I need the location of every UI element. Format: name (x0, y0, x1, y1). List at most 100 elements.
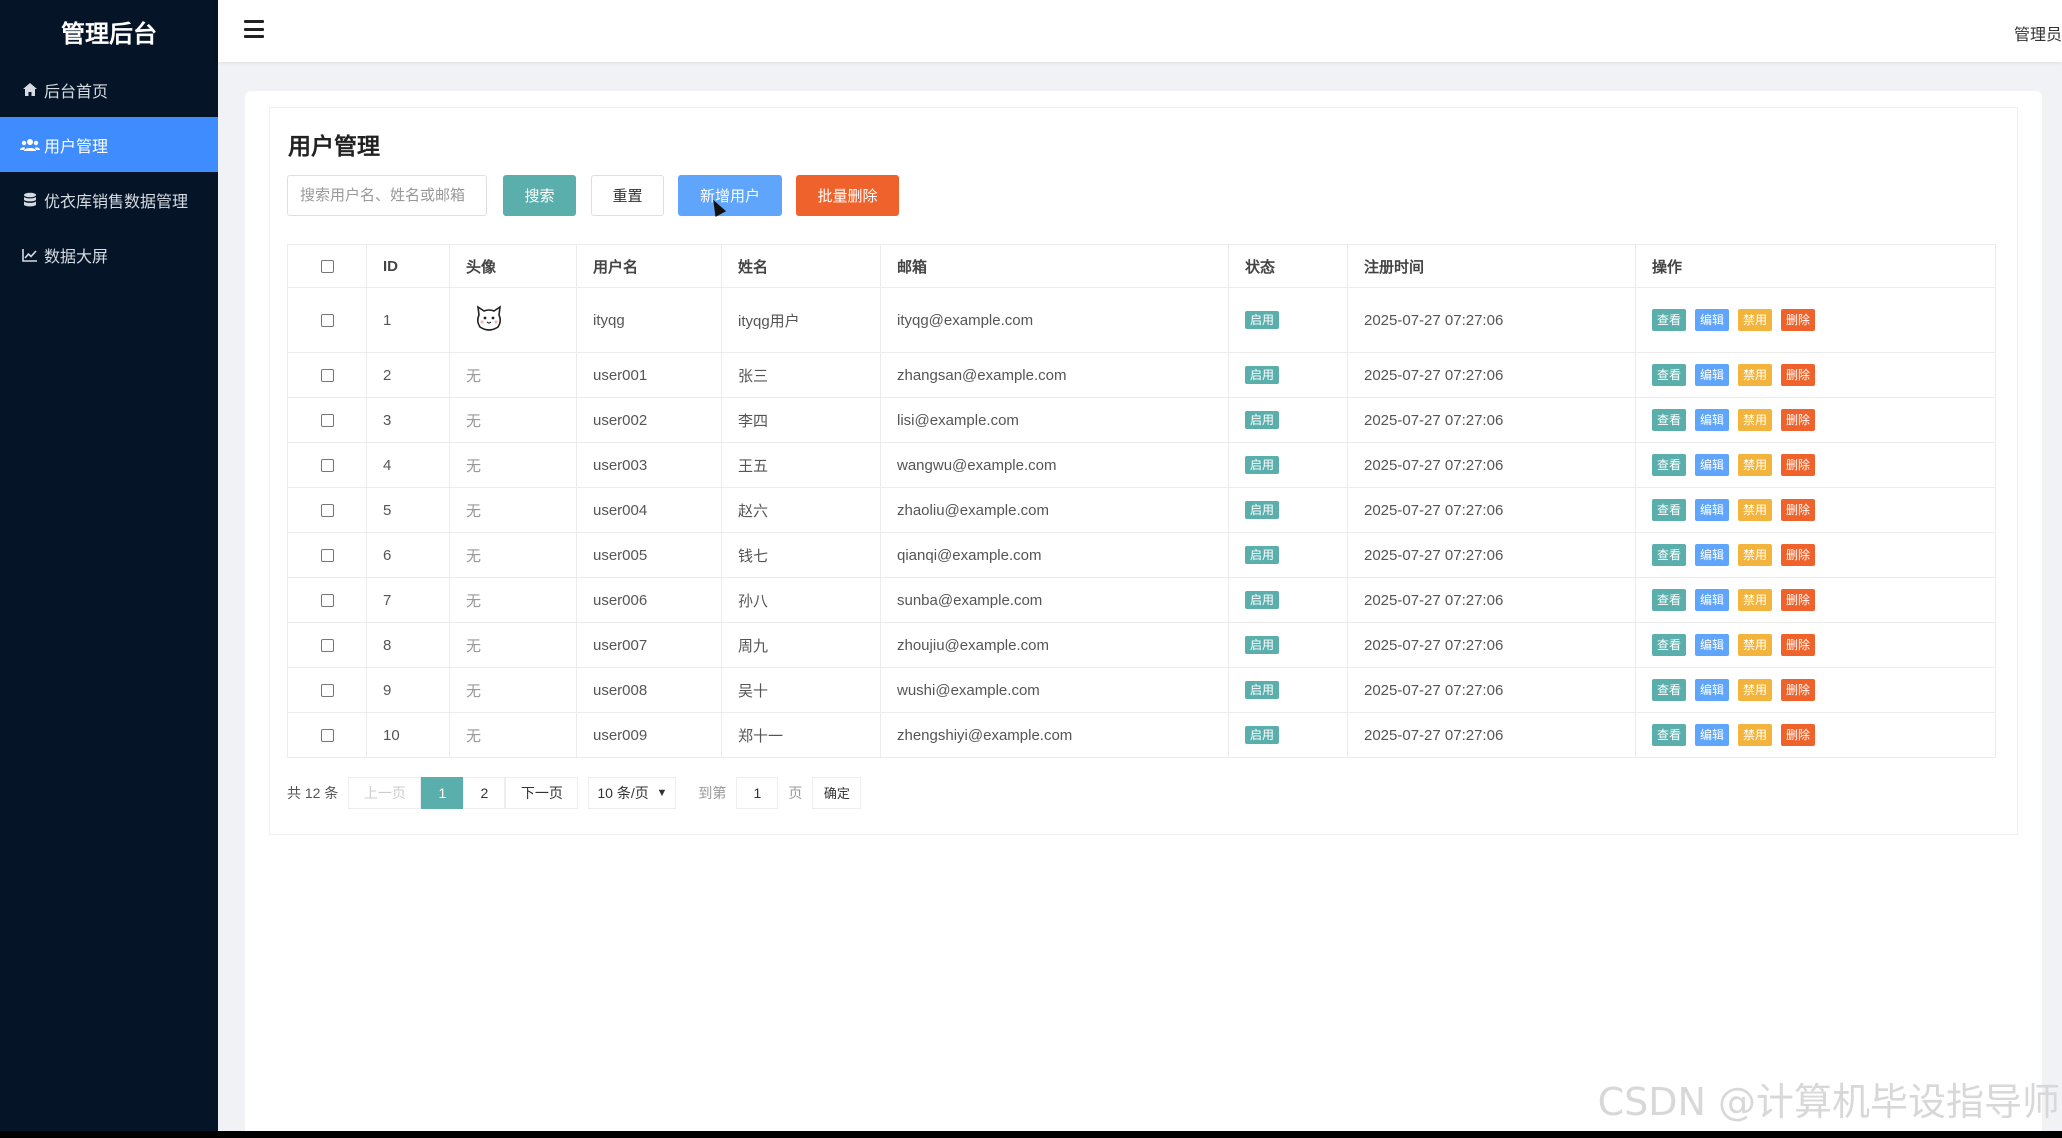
main-card: 用户管理 搜索 重置 新增用户 批量删除 ID 头像 用户名 姓名 邮箱 状态 … (245, 91, 2042, 1138)
view-button[interactable]: 查看 (1652, 409, 1687, 431)
sidebar-item-label: 数据大屏 (44, 248, 109, 266)
user-menu[interactable]: 管理员 (2014, 21, 2062, 45)
edit-button[interactable]: 编辑 (1695, 679, 1730, 701)
sidebar-item-sales-data[interactable]: 优衣库销售数据管理 (0, 172, 218, 227)
row-checkbox[interactable] (320, 314, 334, 328)
status-cell: 启用 (1228, 667, 1348, 713)
page-button-2[interactable]: 2 (463, 776, 506, 809)
delete-button[interactable]: 删除 (1781, 499, 1816, 521)
column-header-name: 姓名 (721, 244, 881, 288)
edit-button[interactable]: 编辑 (1695, 454, 1730, 476)
goto-label: 到第 (698, 784, 727, 801)
avatar-empty: 无 (466, 637, 482, 655)
view-button[interactable]: 查看 (1652, 499, 1687, 521)
username-cell: user008 (576, 667, 722, 713)
edit-button[interactable]: 编辑 (1695, 589, 1730, 611)
column-header-email: 邮箱 (880, 244, 1229, 288)
delete-button[interactable]: 删除 (1781, 364, 1816, 386)
sidebar-item-label: 后台首页 (44, 83, 109, 101)
delete-button[interactable]: 删除 (1781, 634, 1816, 656)
table-row: 3 无 user002 李四 lisi@example.com 启用 2025-07-27 … (287, 397, 1996, 443)
goto-confirm-button[interactable]: 确定 (812, 776, 862, 809)
row-checkbox[interactable] (320, 504, 334, 518)
sidebar-item-home[interactable]: 后台首页 (0, 62, 218, 117)
delete-button[interactable]: 删除 (1781, 309, 1816, 331)
edit-button[interactable]: 编辑 (1695, 544, 1730, 566)
prev-page-button[interactable]: 上一页 (348, 776, 422, 809)
delete-button[interactable]: 删除 (1781, 589, 1816, 611)
row-checkbox[interactable] (320, 684, 334, 698)
search-button[interactable]: 搜索 (503, 175, 576, 216)
row-checkbox[interactable] (320, 549, 334, 563)
avatar-cell: 无 (449, 487, 577, 533)
disable-button[interactable]: 禁用 (1738, 454, 1773, 476)
batch-delete-button[interactable]: 批量删除 (796, 175, 899, 216)
page-button-1[interactable]: 1 (421, 776, 464, 809)
edit-button[interactable]: 编辑 (1695, 724, 1730, 746)
row-checkbox[interactable] (320, 459, 334, 473)
actions-cell: 查看 编辑 禁用 删除 (1635, 397, 1996, 443)
sidebar-item-label: 用户管理 (44, 138, 109, 156)
delete-button[interactable]: 删除 (1781, 409, 1816, 431)
table-row: 5 无 user004 赵六 zhaoliu@example.com 启用 2025-07-… (287, 487, 1996, 533)
edit-button[interactable]: 编辑 (1695, 634, 1730, 656)
disable-button[interactable]: 禁用 (1738, 309, 1773, 331)
reset-button[interactable]: 重置 (591, 175, 664, 216)
actions-cell: 查看 编辑 禁用 删除 (1635, 532, 1996, 578)
view-button[interactable]: 查看 (1652, 309, 1687, 331)
row-checkbox[interactable] (320, 729, 334, 743)
username-cell: user001 (576, 352, 722, 398)
disable-button[interactable]: 禁用 (1738, 724, 1773, 746)
view-button[interactable]: 查看 (1652, 544, 1687, 566)
disable-button[interactable]: 禁用 (1738, 634, 1773, 656)
edit-button[interactable]: 编辑 (1695, 364, 1730, 386)
row-checkbox[interactable] (320, 639, 334, 653)
actions-cell: 查看 编辑 禁用 删除 (1635, 577, 1996, 623)
view-button[interactable]: 查看 (1652, 634, 1687, 656)
name-cell: 李四 (721, 397, 881, 443)
row-checkbox-cell (287, 712, 367, 758)
status-cell: 启用 (1228, 577, 1348, 623)
view-button[interactable]: 查看 (1652, 454, 1687, 476)
status-badge: 启用 (1245, 726, 1280, 744)
pagination: 共 12 条 上一页 1 2 下一页 10 条/页 ▼ 到第 页 确定 (287, 776, 862, 809)
avatar-empty: 无 (466, 727, 482, 745)
select-all-checkbox[interactable] (287, 244, 367, 288)
edit-button[interactable]: 编辑 (1695, 309, 1730, 331)
row-checkbox[interactable] (320, 414, 334, 428)
delete-button[interactable]: 删除 (1781, 724, 1816, 746)
goto-page-input[interactable] (736, 776, 779, 809)
edit-button[interactable]: 编辑 (1695, 409, 1730, 431)
row-checkbox-cell (287, 577, 367, 623)
view-button[interactable]: 查看 (1652, 724, 1687, 746)
sidebar-item-users[interactable]: 用户管理 (0, 117, 218, 172)
delete-button[interactable]: 删除 (1781, 454, 1816, 476)
sidebar: 管理后台 后台首页 用户管理 优衣库销售数据管理 数据大屏 (0, 0, 218, 1138)
delete-button[interactable]: 删除 (1781, 544, 1816, 566)
add-user-button[interactable]: 新增用户 (678, 175, 782, 216)
edit-button[interactable]: 编辑 (1695, 499, 1730, 521)
page-size-select[interactable]: 10 条/页 ▼ (588, 776, 677, 809)
delete-button[interactable]: 删除 (1781, 679, 1816, 701)
view-button[interactable]: 查看 (1652, 589, 1687, 611)
disable-button[interactable]: 禁用 (1738, 499, 1773, 521)
register-time-cell: 2025-07-27 07:27:06 (1347, 487, 1636, 533)
row-checkbox[interactable] (320, 594, 334, 608)
checkbox-icon[interactable] (320, 260, 334, 274)
row-checkbox[interactable] (320, 369, 334, 383)
sidebar-item-dashboard[interactable]: 数据大屏 (0, 227, 218, 282)
search-input[interactable] (287, 175, 487, 216)
disable-button[interactable]: 禁用 (1738, 364, 1773, 386)
next-page-button[interactable]: 下一页 (505, 776, 579, 809)
view-button[interactable]: 查看 (1652, 679, 1687, 701)
view-button[interactable]: 查看 (1652, 364, 1687, 386)
register-time-cell: 2025-07-27 07:27:06 (1347, 532, 1636, 578)
actions-cell: 查看 编辑 禁用 删除 (1635, 287, 1996, 353)
disable-button[interactable]: 禁用 (1738, 589, 1773, 611)
menu-toggle-icon[interactable] (244, 20, 264, 38)
disable-button[interactable]: 禁用 (1738, 679, 1773, 701)
column-header-avatar: 头像 (449, 244, 577, 288)
disable-button[interactable]: 禁用 (1738, 409, 1773, 431)
disable-button[interactable]: 禁用 (1738, 544, 1773, 566)
home-icon (20, 81, 40, 99)
